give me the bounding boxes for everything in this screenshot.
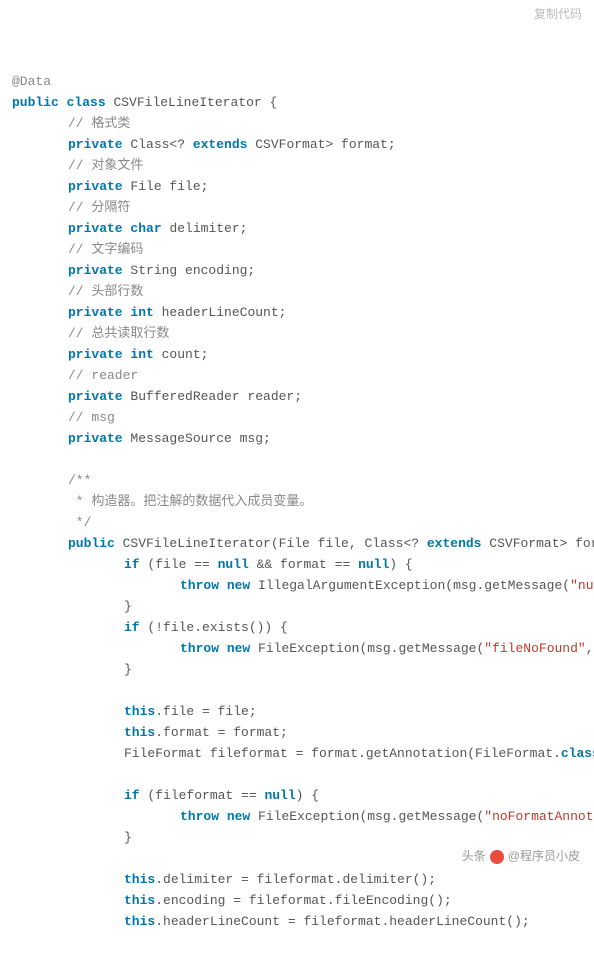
code-line: } bbox=[12, 827, 582, 848]
watermark: 头条 @程序员小皮 bbox=[462, 846, 580, 867]
code-line: if (fileformat == null) { bbox=[12, 785, 582, 806]
watermark-logo-icon bbox=[490, 850, 504, 864]
code-line: throw new FileException(msg.getMessage("… bbox=[12, 806, 582, 827]
code-line bbox=[12, 449, 582, 470]
code-line: // 总共读取行数 bbox=[12, 323, 582, 344]
code-line: this.delimiter = fileformat.delimiter(); bbox=[12, 869, 582, 890]
code-line: * 构造器。把注解的数据代入成员变量。 bbox=[12, 491, 582, 512]
code-line: private char delimiter; bbox=[12, 218, 582, 239]
code-line: private File file; bbox=[12, 176, 582, 197]
code-line: FileFormat fileformat = format.getAnnota… bbox=[12, 743, 582, 764]
code-line bbox=[12, 680, 582, 701]
code-line: if (!file.exists()) { bbox=[12, 617, 582, 638]
code-line: // 文字编码 bbox=[12, 239, 582, 260]
code-line: // 格式类 bbox=[12, 113, 582, 134]
code-line bbox=[12, 764, 582, 785]
code-line: // 分隔符 bbox=[12, 197, 582, 218]
code-line: private MessageSource msg; bbox=[12, 428, 582, 449]
code-line: private int headerLineCount; bbox=[12, 302, 582, 323]
code-block: 复制代码 @Datapublic class CSVFileLineIterat… bbox=[0, 0, 594, 961]
code-line: public CSVFileLineIterator(File file, Cl… bbox=[12, 533, 582, 554]
code-line: this.encoding = fileformat.fileEncoding(… bbox=[12, 890, 582, 911]
code-line: */ bbox=[12, 512, 582, 533]
code-line: public class CSVFileLineIterator { bbox=[12, 92, 582, 113]
code-line: // reader bbox=[12, 365, 582, 386]
code-line: if (file == null && format == null) { bbox=[12, 554, 582, 575]
code-line: this.headerLineCount = fileformat.header… bbox=[12, 911, 582, 932]
code-lines-container: @Datapublic class CSVFileLineIterator {/… bbox=[12, 71, 582, 932]
code-line: private int count; bbox=[12, 344, 582, 365]
code-line: @Data bbox=[12, 71, 582, 92]
code-line: this.file = file; bbox=[12, 701, 582, 722]
code-line: } bbox=[12, 596, 582, 617]
copy-code-button[interactable]: 复制代码 bbox=[534, 4, 582, 25]
code-line: throw new IllegalArgumentException(msg.g… bbox=[12, 575, 582, 596]
code-line: } bbox=[12, 659, 582, 680]
code-line: this.format = format; bbox=[12, 722, 582, 743]
watermark-handle: @程序员小皮 bbox=[508, 846, 580, 867]
code-line: private BufferedReader reader; bbox=[12, 386, 582, 407]
code-line: // 对象文件 bbox=[12, 155, 582, 176]
code-line: private String encoding; bbox=[12, 260, 582, 281]
code-line: // 头部行数 bbox=[12, 281, 582, 302]
code-line: private Class<? extends CSVFormat> forma… bbox=[12, 134, 582, 155]
code-line: /** bbox=[12, 470, 582, 491]
code-line: // msg bbox=[12, 407, 582, 428]
watermark-prefix: 头条 bbox=[462, 846, 486, 867]
code-line: throw new FileException(msg.getMessage("… bbox=[12, 638, 582, 659]
